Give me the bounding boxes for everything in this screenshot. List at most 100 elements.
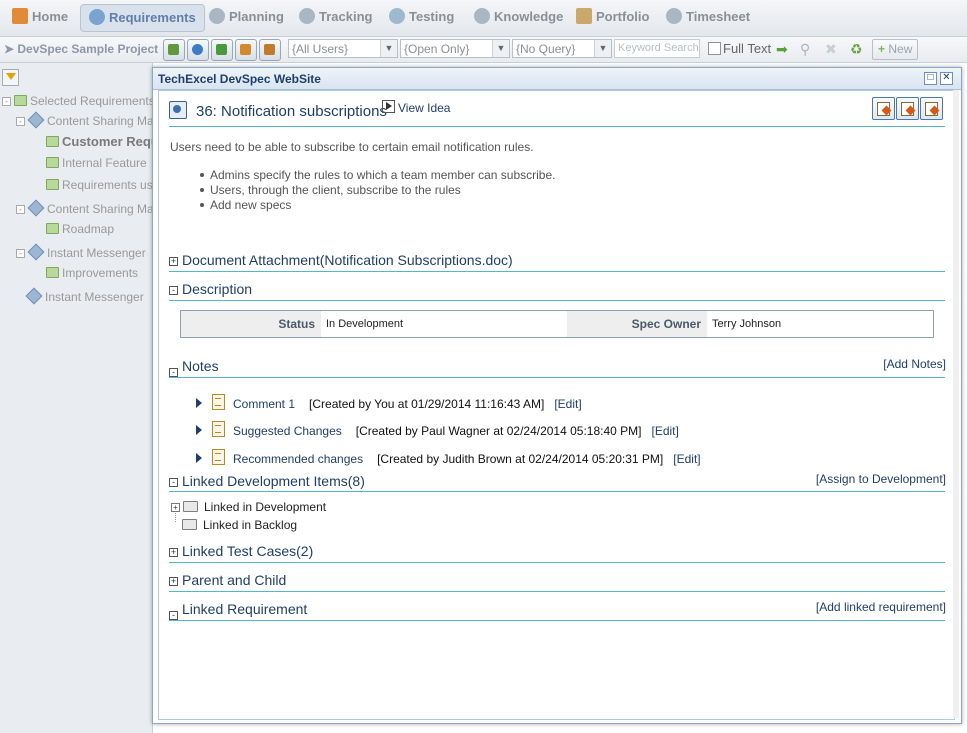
tree-node[interactable]: - Content Sharing Ma xyxy=(16,111,154,129)
note-title[interactable]: Suggested Changes xyxy=(233,424,342,438)
spec-icon xyxy=(25,287,43,305)
tab-knowledge[interactable]: Knowledge xyxy=(474,4,563,30)
tab-home[interactable]: Home xyxy=(12,4,68,30)
tree-node[interactable]: - Selected Requirements xyxy=(2,94,155,108)
note-edit-link[interactable]: [Edit] xyxy=(652,424,679,438)
copy-button[interactable] xyxy=(920,97,943,120)
expand-arrow-icon[interactable] xyxy=(196,453,202,463)
description-bullet: Users, through the client, subscribe to … xyxy=(200,183,461,197)
edit-button[interactable] xyxy=(896,97,919,120)
expand-icon[interactable]: + xyxy=(169,577,178,586)
clear-x-icon[interactable]: ✖ xyxy=(825,41,837,58)
refresh-icon[interactable]: ♻ xyxy=(850,41,863,58)
expand-icon[interactable]: + xyxy=(169,548,178,557)
folder-icon xyxy=(14,95,27,106)
search-icon[interactable]: ⚲ xyxy=(800,41,810,58)
tree-node-selected[interactable]: Customer Requ xyxy=(46,134,159,149)
filter-icon[interactable] xyxy=(2,69,19,86)
folder-icon xyxy=(182,519,197,530)
tree-node[interactable]: Requirements us xyxy=(46,178,153,192)
target-view-button[interactable] xyxy=(187,39,209,61)
tab-requirements[interactable]: Requirements xyxy=(80,4,205,32)
divider xyxy=(169,491,945,492)
window-titlebar[interactable]: TechExcel DevSpec WebSite □ ✕ xyxy=(153,68,961,90)
linked-test-cases-section-header[interactable]: + Linked Test Cases(2) xyxy=(169,543,313,559)
tab-portfolio[interactable]: Portfolio xyxy=(576,4,649,30)
collapse-icon[interactable]: - xyxy=(16,117,25,126)
tab-testing[interactable]: Testing xyxy=(389,4,454,30)
collapse-icon[interactable]: - xyxy=(16,249,25,258)
new-button[interactable]: + New xyxy=(872,39,919,60)
note-item[interactable]: Comment 1 [Created by You at 01/29/2014 1… xyxy=(196,394,582,411)
close-icon[interactable]: ✕ xyxy=(940,72,953,85)
note-edit-link[interactable]: [Edit] xyxy=(673,452,700,466)
divider xyxy=(169,620,945,621)
tab-planning[interactable]: Planning xyxy=(209,4,284,30)
note-item[interactable]: Recommended changes [Created by Judith Br… xyxy=(196,449,701,466)
linked-requirement-section-header[interactable]: - Linked Requirement xyxy=(169,601,307,620)
tree-node[interactable]: - Content Sharing Ma xyxy=(16,199,154,217)
flow-icon xyxy=(216,44,227,55)
linked-dev-node[interactable]: Linked in Backlog xyxy=(171,518,297,532)
target-icon xyxy=(192,44,203,55)
notes-section-header[interactable]: - Notes xyxy=(169,358,219,377)
keyword-search-input[interactable]: Keyword Search xyxy=(614,39,700,58)
users-filter-select[interactable]: {All Users} ▼ xyxy=(288,39,398,58)
tree-node[interactable]: Internal Feature xyxy=(46,156,147,170)
note-document-icon xyxy=(212,394,225,410)
tab-timesheet[interactable]: Timesheet xyxy=(666,4,750,30)
add-linked-requirement-link[interactable]: [Add linked requirement] xyxy=(816,600,946,614)
tree-node[interactable]: Instant Messenger xyxy=(25,287,144,305)
expand-arrow-icon[interactable] xyxy=(196,398,202,408)
expand-arrow-icon[interactable] xyxy=(196,425,202,435)
linked-dev-node[interactable]: + Linked in Development xyxy=(171,500,326,514)
note-meta: [Created by Judith Brown at 02/24/2014 0… xyxy=(377,452,664,466)
note-document-icon xyxy=(212,449,225,465)
assign-to-development-link[interactable]: [Assign to Development] xyxy=(816,472,946,486)
note-edit-link[interactable]: [Edit] xyxy=(554,397,581,411)
collapse-icon[interactable]: - xyxy=(169,478,178,487)
divider xyxy=(169,591,945,592)
description-bullet: Admins specify the rules to which a team… xyxy=(199,168,556,182)
linked-dev-section-header[interactable]: - Linked Development Items(8) xyxy=(169,473,365,489)
list-view-button[interactable] xyxy=(163,39,185,61)
requirements-tree: - Selected Requirements - Content Sharing … xyxy=(0,63,159,733)
tree-node[interactable]: - Instant Messenger xyxy=(16,243,146,261)
collapse-icon[interactable]: - xyxy=(169,368,178,377)
expand-icon[interactable]: + xyxy=(169,257,178,266)
chart-view-button[interactable] xyxy=(235,39,257,61)
status-label: Status xyxy=(181,311,321,337)
tab-tracking[interactable]: Tracking xyxy=(299,4,372,30)
parent-child-section-header[interactable]: + Parent and Child xyxy=(169,572,286,588)
query-filter-select[interactable]: {No Query} ▼ xyxy=(512,39,612,58)
description-section-header[interactable]: - Description xyxy=(169,281,252,297)
go-arrow-icon[interactable]: ➡ xyxy=(776,41,788,58)
view-idea-link[interactable]: View Idea xyxy=(382,100,450,115)
project-selector[interactable]: ➤ DevSpec Sample Project xyxy=(4,42,158,56)
collapse-icon[interactable]: - xyxy=(16,205,25,214)
note-item[interactable]: Suggested Changes [Created by Paul Wagner… xyxy=(196,421,679,438)
collapse-icon[interactable]: - xyxy=(2,97,11,106)
full-text-checkbox[interactable] xyxy=(708,42,721,55)
attachment-section-header[interactable]: + Document Attachment(Notification Subscr… xyxy=(169,252,513,268)
maximize-icon[interactable]: □ xyxy=(924,72,937,85)
workflow-button[interactable] xyxy=(872,97,895,120)
flow-view-button[interactable] xyxy=(211,39,233,61)
spec-description: Users need to be able to subscribe to ce… xyxy=(170,140,534,154)
spec-owner-value: Terry Johnson xyxy=(707,311,932,337)
tree-node[interactable]: Roadmap xyxy=(46,222,114,236)
spec-icon xyxy=(169,101,187,119)
scrollbar[interactable] xyxy=(953,90,959,718)
collapse-icon[interactable]: - xyxy=(169,611,178,620)
report-view-button[interactable] xyxy=(259,39,281,61)
timesheet-icon xyxy=(666,8,682,24)
add-notes-link[interactable]: [Add Notes] xyxy=(883,357,946,371)
status-filter-select[interactable]: {Open Only} ▼ xyxy=(400,39,510,58)
divider xyxy=(169,562,945,563)
collapse-icon[interactable]: - xyxy=(169,286,178,295)
status-value: In Development xyxy=(321,311,566,337)
tree-node[interactable]: Improvements xyxy=(46,266,138,280)
note-title[interactable]: Recommended changes xyxy=(233,452,363,466)
note-title[interactable]: Comment 1 xyxy=(233,397,295,411)
expand-icon[interactable]: + xyxy=(171,503,180,512)
